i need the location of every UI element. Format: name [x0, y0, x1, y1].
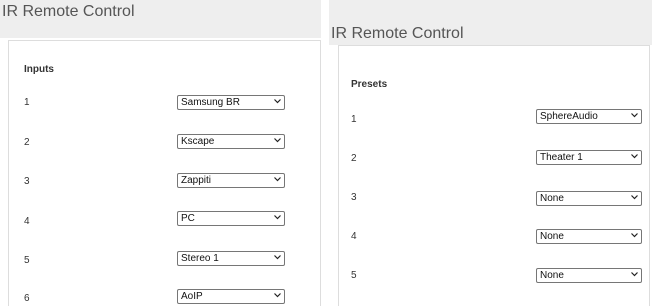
row-number: 4	[351, 231, 357, 242]
chevron-down-icon	[274, 137, 281, 143]
chevron-down-icon	[274, 98, 281, 104]
section-label-inputs: Inputs	[24, 64, 54, 75]
input-row: 2 Kscape	[9, 134, 320, 150]
chevron-down-icon	[274, 254, 281, 260]
input-row: 5 Stereo 1	[9, 251, 320, 268]
row-number: 2	[351, 153, 357, 164]
section-label-presets: Presets	[351, 79, 388, 90]
preset-2-select[interactable]: Theater 1	[536, 150, 642, 165]
preset-4-select[interactable]: None	[536, 229, 642, 244]
select-value: PC	[181, 213, 195, 224]
preset-row: 5 None	[339, 268, 649, 283]
select-value: None	[540, 193, 564, 204]
presets-panel: IR Remote Control Presets 1 SphereAudio …	[329, 0, 652, 306]
input-3-select[interactable]: Zappiti	[177, 173, 285, 188]
row-number: 5	[24, 255, 30, 266]
row-number: 3	[351, 192, 357, 203]
row-number: 4	[24, 216, 30, 227]
preset-1-select[interactable]: SphereAudio	[536, 109, 642, 124]
chevron-down-icon	[274, 176, 281, 182]
chevron-down-icon	[631, 153, 638, 159]
row-number: 5	[351, 270, 357, 281]
input-5-select[interactable]: Stereo 1	[177, 251, 285, 266]
preset-row: 2 Theater 1	[339, 150, 649, 166]
panel-title: IR Remote Control	[329, 0, 652, 45]
select-value: Zappiti	[181, 175, 212, 186]
select-value: Theater 1	[540, 152, 583, 163]
input-row: 6 AoIP	[9, 289, 320, 306]
chevron-down-icon	[631, 194, 638, 200]
row-number: 6	[24, 293, 30, 304]
preset-row: 4 None	[339, 229, 649, 244]
row-number: 2	[24, 137, 30, 148]
select-value: SphereAudio	[540, 111, 598, 122]
chevron-down-icon	[274, 214, 281, 220]
select-value: None	[540, 231, 564, 242]
chevron-down-icon	[631, 232, 638, 238]
inputs-panel: IR Remote Control Inputs 1 Samsung BR 2 …	[0, 0, 321, 306]
row-number: 1	[24, 97, 30, 108]
input-row: 4 PC	[9, 211, 320, 229]
input-6-select[interactable]: AoIP	[177, 289, 285, 304]
chevron-down-icon	[274, 292, 281, 298]
preset-5-select[interactable]: None	[536, 268, 642, 283]
input-4-select[interactable]: PC	[177, 211, 285, 226]
input-row: 3 Zappiti	[9, 173, 320, 189]
select-value: AoIP	[181, 291, 203, 302]
inputs-box: Inputs 1 Samsung BR 2 Kscape 3 Zappiti 4	[8, 40, 321, 306]
preset-row: 3 None	[339, 191, 649, 206]
row-number: 3	[24, 176, 30, 187]
input-1-select[interactable]: Samsung BR	[177, 95, 285, 110]
preset-row: 1 SphereAudio	[339, 109, 649, 127]
preset-3-select[interactable]: None	[536, 191, 642, 206]
select-value: Kscape	[181, 136, 215, 147]
input-2-select[interactable]: Kscape	[177, 134, 285, 149]
panel-title: IR Remote Control	[0, 0, 321, 38]
presets-box: Presets 1 SphereAudio 2 Theater 1 3 None…	[338, 45, 650, 306]
select-value: Stereo 1	[181, 253, 219, 264]
row-number: 1	[351, 114, 357, 125]
chevron-down-icon	[631, 271, 638, 277]
input-row: 1 Samsung BR	[9, 95, 320, 110]
select-value: None	[540, 270, 564, 281]
select-value: Samsung BR	[181, 97, 240, 108]
chevron-down-icon	[631, 112, 638, 118]
